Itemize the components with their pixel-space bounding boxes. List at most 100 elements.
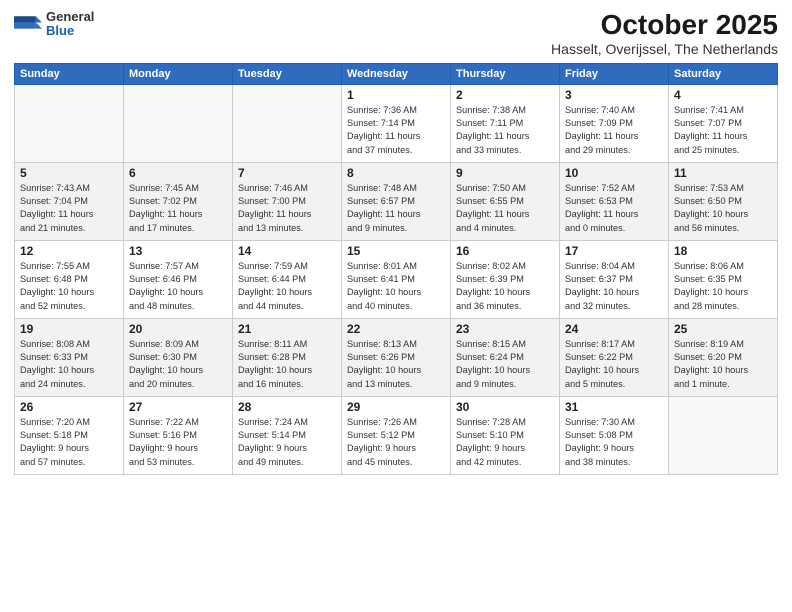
calendar-cell: 1 Sunrise: 7:36 AM Sunset: 7:14 PM Daylig… [342,84,451,162]
calendar-cell: 15Sunrise: 8:01 AM Sunset: 6:41 PM Dayli… [342,240,451,318]
calendar-cell: 24 Sunrise: 8:17 AM Sunset: 6:22 PM Dayli… [560,318,669,396]
calendar-cell: 17 Sunrise: 8:04 AM Sunset: 6:37 PM Dayli… [560,240,669,318]
day-number: 19 [20,322,118,336]
title-section: October 2025 Hasselt, Overijssel, The Ne… [551,10,778,57]
day-number: 5 [20,166,118,180]
day-info: Sunrise: 7:55 AM Sunset: 6:48 PM Dayligh… [20,260,118,313]
calendar-cell: 6 Sunrise: 7:45 AM Sunset: 7:02 PM Daylig… [124,162,233,240]
weekday-header: Tuesday [233,63,342,84]
calendar-cell [669,396,778,474]
day-info: Sunrise: 8:17 AM Sunset: 6:22 PM Dayligh… [565,338,663,391]
calendar-cell: 31 Sunrise: 7:30 AM Sunset: 5:08 PM Dayli… [560,396,669,474]
calendar-cell: 20 Sunrise: 8:09 AM Sunset: 6:30 PM Dayli… [124,318,233,396]
day-number: 17 [565,244,663,258]
day-number: 27 [129,400,227,414]
day-number: 6 [129,166,227,180]
day-info: Sunrise: 7:52 AM Sunset: 6:53 PM Dayligh… [565,182,663,235]
day-info: Sunrise: 8:06 AM Sunset: 6:35 PM Dayligh… [674,260,772,313]
day-info: Sunrise: 8:08 AM Sunset: 6:33 PM Dayligh… [20,338,118,391]
logo-icon [14,10,42,38]
calendar-cell [233,84,342,162]
day-number: 3 [565,88,663,102]
calendar-row: 19 Sunrise: 8:08 AM Sunset: 6:33 PM Dayli… [15,318,778,396]
day-info: Sunrise: 7:48 AM Sunset: 6:57 PM Dayligh… [347,182,445,235]
day-info: Sunrise: 8:19 AM Sunset: 6:20 PM Dayligh… [674,338,772,391]
day-info: Sunrise: 7:20 AM Sunset: 5:18 PM Dayligh… [20,416,118,469]
weekday-header: Wednesday [342,63,451,84]
weekday-header: Thursday [451,63,560,84]
day-number: 14 [238,244,336,258]
day-number: 30 [456,400,554,414]
day-number: 9 [456,166,554,180]
day-info: Sunrise: 8:13 AM Sunset: 6:26 PM Dayligh… [347,338,445,391]
calendar-cell: 9 Sunrise: 7:50 AM Sunset: 6:55 PM Daylig… [451,162,560,240]
weekday-header-row: SundayMondayTuesdayWednesdayThursdayFrid… [15,63,778,84]
day-number: 10 [565,166,663,180]
calendar-cell: 23 Sunrise: 8:15 AM Sunset: 6:24 PM Dayli… [451,318,560,396]
calendar-cell: 16 Sunrise: 8:02 AM Sunset: 6:39 PM Dayli… [451,240,560,318]
calendar-cell: 25 Sunrise: 8:19 AM Sunset: 6:20 PM Dayli… [669,318,778,396]
day-info: Sunrise: 8:04 AM Sunset: 6:37 PM Dayligh… [565,260,663,313]
day-number: 29 [347,400,445,414]
day-info: Sunrise: 7:30 AM Sunset: 5:08 PM Dayligh… [565,416,663,469]
day-number: 11 [674,166,772,180]
calendar-cell: 2Sunrise: 7:38 AM Sunset: 7:11 PM Daylig… [451,84,560,162]
calendar-cell [124,84,233,162]
day-number: 28 [238,400,336,414]
calendar-cell: 7Sunrise: 7:46 AM Sunset: 7:00 PM Daylig… [233,162,342,240]
calendar-cell: 18 Sunrise: 8:06 AM Sunset: 6:35 PM Dayli… [669,240,778,318]
calendar-cell: 26 Sunrise: 7:20 AM Sunset: 5:18 PM Dayli… [15,396,124,474]
calendar: SundayMondayTuesdayWednesdayThursdayFrid… [14,63,778,475]
day-info: Sunrise: 7:36 AM Sunset: 7:14 PM Dayligh… [347,104,445,157]
weekday-header: Saturday [669,63,778,84]
calendar-cell: 21 Sunrise: 8:11 AM Sunset: 6:28 PM Dayli… [233,318,342,396]
logo: General Blue [14,10,94,39]
header: General Blue October 2025 Hasselt, Overi… [14,10,778,57]
weekday-header: Monday [124,63,233,84]
day-info: Sunrise: 8:11 AM Sunset: 6:28 PM Dayligh… [238,338,336,391]
calendar-cell [15,84,124,162]
day-number: 12 [20,244,118,258]
day-info: Sunrise: 7:50 AM Sunset: 6:55 PM Dayligh… [456,182,554,235]
day-number: 8 [347,166,445,180]
day-number: 7 [238,166,336,180]
day-info: Sunrise: 7:22 AM Sunset: 5:16 PM Dayligh… [129,416,227,469]
day-number: 1 [347,88,445,102]
day-info: Sunrise: 8:09 AM Sunset: 6:30 PM Dayligh… [129,338,227,391]
day-number: 4 [674,88,772,102]
day-info: Sunrise: 8:01 AM Sunset: 6:41 PM Dayligh… [347,260,445,313]
day-info: Sunrise: 7:57 AM Sunset: 6:46 PM Dayligh… [129,260,227,313]
day-number: 13 [129,244,227,258]
calendar-cell: 27 Sunrise: 7:22 AM Sunset: 5:16 PM Dayli… [124,396,233,474]
page: General Blue October 2025 Hasselt, Overi… [0,0,792,612]
day-number: 31 [565,400,663,414]
day-number: 16 [456,244,554,258]
day-number: 20 [129,322,227,336]
calendar-cell: 3Sunrise: 7:40 AM Sunset: 7:09 PM Daylig… [560,84,669,162]
day-info: Sunrise: 8:15 AM Sunset: 6:24 PM Dayligh… [456,338,554,391]
day-info: Sunrise: 7:43 AM Sunset: 7:04 PM Dayligh… [20,182,118,235]
calendar-row: 1 Sunrise: 7:36 AM Sunset: 7:14 PM Daylig… [15,84,778,162]
day-info: Sunrise: 7:45 AM Sunset: 7:02 PM Dayligh… [129,182,227,235]
day-number: 22 [347,322,445,336]
calendar-row: 26 Sunrise: 7:20 AM Sunset: 5:18 PM Dayli… [15,396,778,474]
weekday-header: Friday [560,63,669,84]
day-number: 23 [456,322,554,336]
day-number: 26 [20,400,118,414]
cal-subtitle: Hasselt, Overijssel, The Netherlands [551,41,778,57]
cal-title: October 2025 [551,10,778,41]
calendar-cell: 28Sunrise: 7:24 AM Sunset: 5:14 PM Dayli… [233,396,342,474]
calendar-row: 5 Sunrise: 7:43 AM Sunset: 7:04 PM Daylig… [15,162,778,240]
day-info: Sunrise: 8:02 AM Sunset: 6:39 PM Dayligh… [456,260,554,313]
weekday-header: Sunday [15,63,124,84]
day-info: Sunrise: 7:53 AM Sunset: 6:50 PM Dayligh… [674,182,772,235]
logo-text: General Blue [46,10,94,39]
calendar-cell: 29Sunrise: 7:26 AM Sunset: 5:12 PM Dayli… [342,396,451,474]
day-number: 24 [565,322,663,336]
day-number: 25 [674,322,772,336]
calendar-cell: 14Sunrise: 7:59 AM Sunset: 6:44 PM Dayli… [233,240,342,318]
day-number: 21 [238,322,336,336]
day-number: 18 [674,244,772,258]
calendar-cell: 13 Sunrise: 7:57 AM Sunset: 6:46 PM Dayli… [124,240,233,318]
calendar-cell: 8 Sunrise: 7:48 AM Sunset: 6:57 PM Daylig… [342,162,451,240]
